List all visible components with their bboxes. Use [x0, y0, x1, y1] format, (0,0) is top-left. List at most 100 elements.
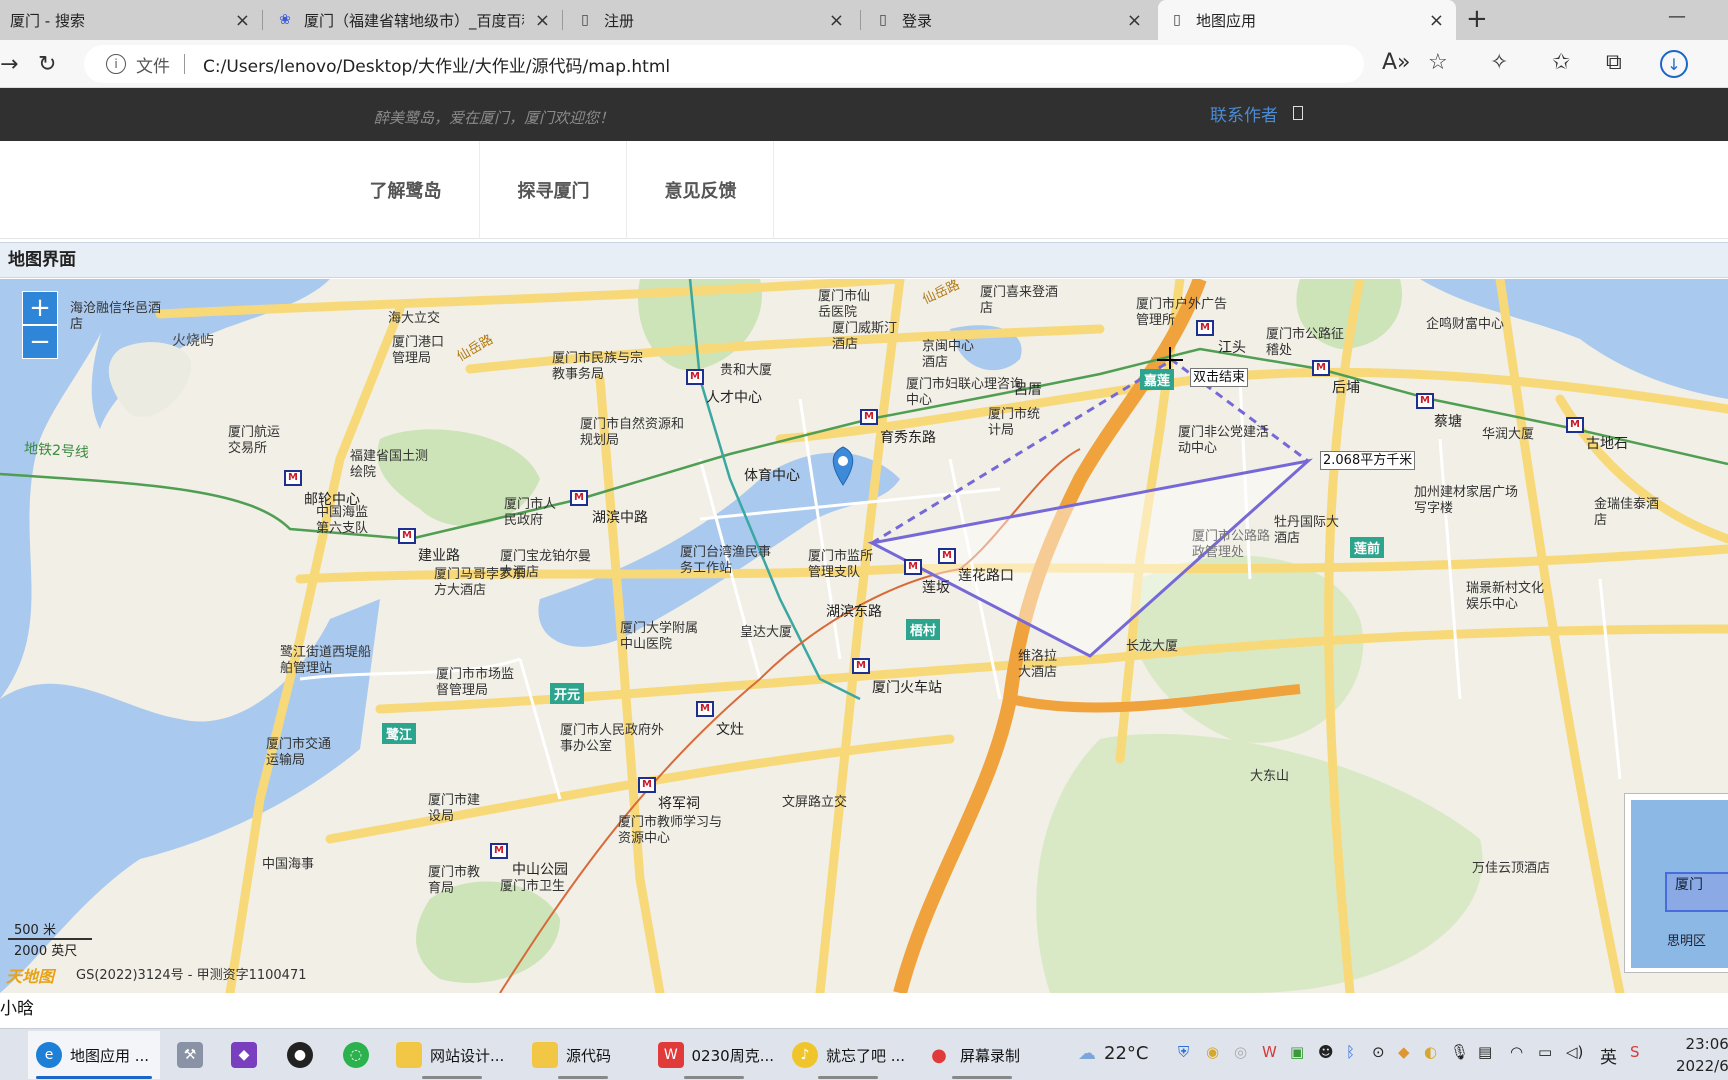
- taskbar-item-edge[interactable]: e 地图应用 ...: [28, 1031, 160, 1079]
- zoom-in-button[interactable]: +: [22, 291, 58, 325]
- close-icon[interactable]: ×: [235, 10, 250, 31]
- nav-item-explore[interactable]: 探寻厦门: [480, 141, 627, 239]
- taskbar-item-tool[interactable]: ⚒: [170, 1031, 210, 1079]
- refresh-icon[interactable]: ↻: [38, 52, 56, 77]
- station-label: 江头: [1218, 340, 1246, 356]
- sogou-icon[interactable]: S: [1630, 1043, 1640, 1061]
- close-icon[interactable]: ×: [829, 10, 844, 31]
- tray-app-icon[interactable]: ▤: [1478, 1043, 1492, 1061]
- tray-app-icon[interactable]: ◎: [1234, 1043, 1247, 1061]
- station-label: 文灶: [716, 722, 744, 738]
- taskbar: e 地图应用 ... ⚒ ◆ ● ◌ 网站设计... 源代码 W 0230周克.…: [0, 1028, 1728, 1080]
- folder-icon: [396, 1042, 422, 1068]
- page-icon: ▯: [1173, 12, 1181, 28]
- nav-item-feedback[interactable]: 意见反馈: [627, 141, 774, 239]
- map-label: 厦门市公路征稽处: [1266, 327, 1345, 358]
- close-icon[interactable]: ×: [535, 10, 550, 31]
- read-aloud-icon[interactable]: A»: [1382, 50, 1411, 75]
- close-icon[interactable]: ×: [1127, 10, 1142, 31]
- tab-login[interactable]: ▯ 登录 ×: [864, 0, 1154, 40]
- map-base-svg: [0, 279, 1728, 993]
- map-label: 大东山: [1250, 769, 1290, 784]
- taskbar-item-folder-web[interactable]: 网站设计...: [392, 1031, 512, 1079]
- add-favorite-icon[interactable]: ☆: [1428, 50, 1448, 75]
- extensions-icon[interactable]: ✧: [1490, 50, 1508, 75]
- map-label: 厦门喜来登酒店: [980, 285, 1059, 316]
- metro-station-icon: M: [1566, 417, 1584, 433]
- map-label: 厦门市统计局: [988, 407, 1041, 438]
- tray-app-icon[interactable]: ◉: [1206, 1043, 1219, 1061]
- map-label: 厦门市教育局: [428, 865, 481, 896]
- taskbar-item-vs[interactable]: ◆: [224, 1031, 264, 1079]
- zoom-out-button[interactable]: −: [22, 325, 58, 359]
- station-label: 吕厝: [1014, 382, 1042, 398]
- collections-icon[interactable]: ⧉: [1606, 50, 1622, 75]
- map-label: 厦门马哥孛罗东方大酒店: [434, 567, 526, 598]
- overview-viewport[interactable]: 厦门: [1665, 872, 1728, 912]
- url-text[interactable]: C:/Users/lenovo/Desktop/大作业/大作业/源代码/map.…: [203, 52, 670, 77]
- microphone-icon[interactable]: 🎙: [1450, 1043, 1469, 1061]
- map-label: 维洛拉大酒店: [1018, 649, 1058, 680]
- district-badge: 嘉莲: [1140, 369, 1175, 390]
- taskbar-item-wps[interactable]: W 0230周克...: [654, 1031, 774, 1079]
- tray-app-icon[interactable]: ◆: [1398, 1043, 1410, 1061]
- nav-item-about[interactable]: 了解鹭岛: [332, 141, 479, 239]
- district-badge: 莲前: [1350, 537, 1385, 558]
- download-icon[interactable]: ↓: [1660, 50, 1688, 78]
- weather-temp[interactable]: 22°C: [1104, 1043, 1148, 1064]
- huoshao-island: [108, 342, 192, 417]
- favorites-icon[interactable]: ✩: [1552, 50, 1570, 75]
- taskbar-item-qq[interactable]: ●: [280, 1031, 320, 1079]
- map-label: 厦门市人民政府外事办公室: [560, 723, 665, 754]
- overview-map[interactable]: 厦门 思明区: [1624, 793, 1728, 973]
- security-label: 文件: [136, 56, 170, 77]
- map-label: 京闽中心酒店: [922, 339, 975, 370]
- map-canvas[interactable]: + − M M M M M M M M M M M M M M M 海沧融信华邑…: [0, 279, 1728, 993]
- map-label: 华润大厦: [1482, 427, 1535, 442]
- system-clock[interactable]: 23:06 2022/6: [1676, 1033, 1728, 1077]
- district-badge: 鹭江: [382, 723, 417, 744]
- site-top-bar: 醉美鹭岛，爱在厦门，厦门欢迎您！ 联系作者: [0, 88, 1728, 141]
- security-tray-icon[interactable]: ⊙: [1372, 1043, 1385, 1061]
- metro-station-icon: M: [904, 559, 922, 575]
- map-label: 中国海监第六支队: [316, 505, 369, 536]
- ime-indicator[interactable]: 英: [1600, 1043, 1617, 1068]
- qq-tray-icon[interactable]: ☻: [1318, 1043, 1334, 1061]
- folder-icon: [532, 1042, 558, 1068]
- open-indicator: [558, 1076, 608, 1079]
- nvidia-icon[interactable]: ▣: [1290, 1043, 1304, 1061]
- bluetooth-icon[interactable]: ᛒ: [1346, 1043, 1355, 1061]
- contact-author-link[interactable]: 联系作者: [1210, 101, 1278, 126]
- tray-app-icon[interactable]: ◐: [1424, 1043, 1437, 1061]
- station-label: 人才中心: [706, 390, 762, 406]
- tab-label: 注册: [604, 11, 635, 30]
- taskbar-item-folder-source[interactable]: 源代码: [528, 1031, 638, 1079]
- info-icon[interactable]: i: [106, 54, 126, 74]
- back-arrow-icon[interactable]: →: [0, 52, 18, 77]
- map-label: 牡丹国际大酒店: [1274, 515, 1340, 546]
- browser-tab-bar: 厦门 - 搜索 × ❀ 厦门（福建省辖地级市）_百度百科 × ▯ 注册 × ▯ …: [0, 0, 1728, 40]
- station-label: 莲坂: [922, 580, 950, 596]
- taskbar-item-music[interactable]: ♪ 就忘了吧 ...: [788, 1031, 908, 1079]
- tab-map-app[interactable]: ▯ 地图应用 ×: [1158, 0, 1456, 40]
- taskbar-item-recorder[interactable]: ● 屏幕录制: [922, 1031, 1042, 1079]
- minimize-icon[interactable]: —: [1668, 6, 1686, 27]
- close-icon[interactable]: ×: [1429, 10, 1444, 31]
- taskbar-item-wechat[interactable]: ◌: [336, 1031, 376, 1079]
- taskbar-label: 屏幕录制: [960, 1046, 1021, 1065]
- wifi-icon[interactable]: ◠: [1510, 1043, 1523, 1061]
- overview-map-view: 厦门 思明区: [1631, 800, 1728, 968]
- metro-station-icon: M: [570, 490, 588, 506]
- battery-icon[interactable]: ▭: [1538, 1043, 1552, 1061]
- shield-icon[interactable]: ⛨: [1178, 1043, 1189, 1061]
- tab-baike[interactable]: ❀ 厦门（福建省辖地级市）_百度百科 ×: [266, 0, 562, 40]
- map-label: 金瑞佳泰酒店: [1594, 497, 1660, 528]
- tab-search[interactable]: 厦门 - 搜索 ×: [0, 0, 262, 40]
- wps-tray-icon[interactable]: W: [1262, 1043, 1277, 1061]
- volume-icon[interactable]: ◁): [1566, 1043, 1583, 1061]
- site-nav: 了解鹭岛 探寻厦门 意见反馈: [0, 141, 1728, 239]
- tab-register[interactable]: ▯ 注册 ×: [566, 0, 856, 40]
- new-tab-icon[interactable]: +: [1466, 4, 1488, 34]
- tab-divider: [562, 10, 563, 30]
- url-field[interactable]: i 文件 C:/Users/lenovo/Desktop/大作业/大作业/源代码…: [84, 45, 1364, 83]
